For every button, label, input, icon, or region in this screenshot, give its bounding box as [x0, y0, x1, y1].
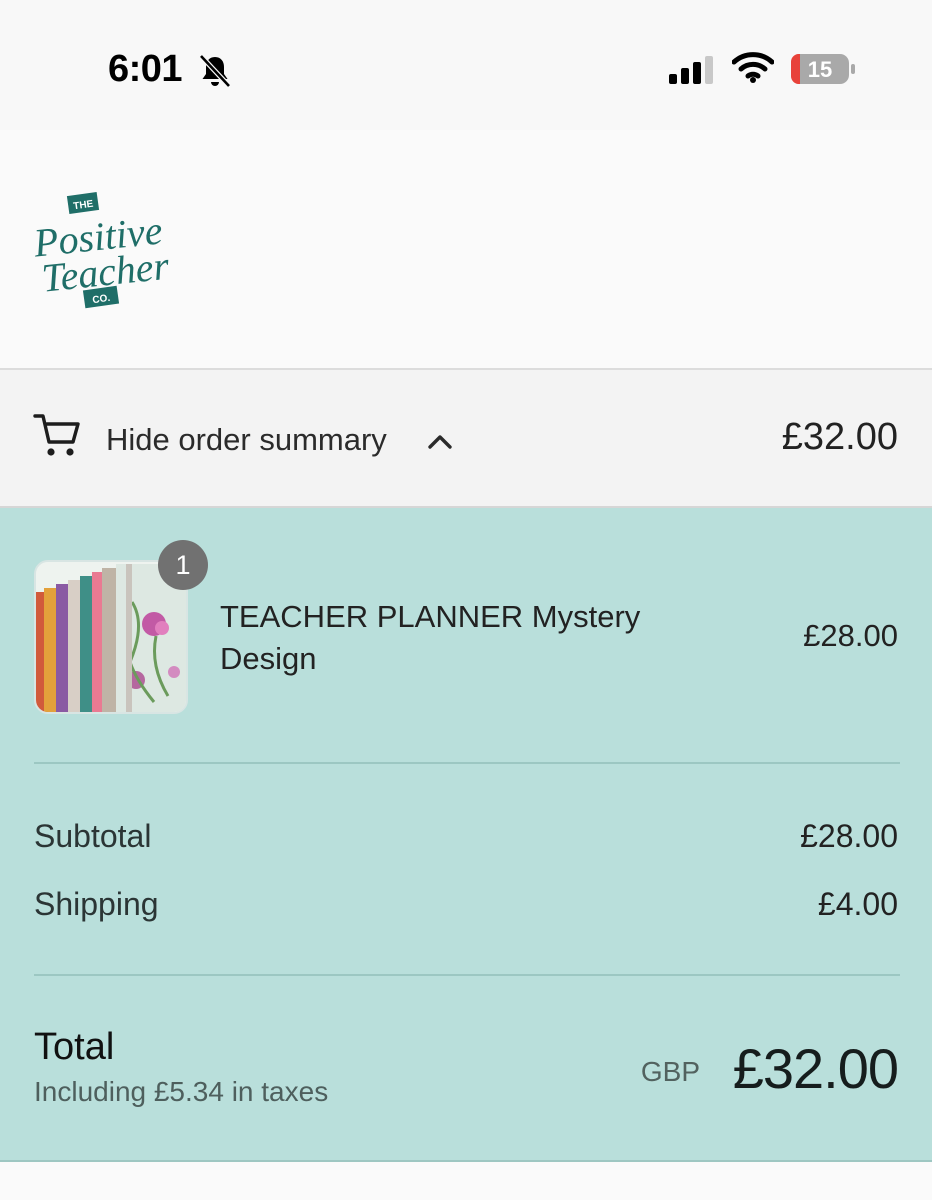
- subtotal-value: £28.00: [800, 818, 898, 854]
- chevron-up-icon[interactable]: [426, 430, 454, 452]
- product-price: £28.00: [803, 618, 898, 653]
- status-time: 6:01: [108, 48, 183, 90]
- product-name: TEACHER PLANNER Mystery Design: [220, 599, 641, 676]
- bell-slash-icon: [199, 54, 231, 88]
- shipping-label: Shipping: [34, 886, 159, 922]
- grand-total: £32.00: [732, 1037, 899, 1100]
- cart-icon: [33, 414, 80, 456]
- cellular-signal-icon: [669, 56, 713, 84]
- currency-code: GBP: [640, 1056, 700, 1087]
- shipping-value: £4.00: [817, 886, 898, 922]
- toggle-label[interactable]: Hide order summary: [106, 422, 387, 458]
- battery-level: 15: [808, 57, 832, 82]
- quantity-badge: 1: [158, 540, 208, 590]
- tax-note: Including £5.34 in taxes: [34, 1076, 329, 1107]
- divider: [34, 762, 900, 764]
- brand-logo[interactable]: THE Positive Teacher CO.: [28, 192, 180, 312]
- wifi-icon: [732, 52, 774, 83]
- subtotal-label: Subtotal: [34, 818, 152, 854]
- total-label: Total: [34, 1026, 115, 1068]
- battery-icon: 15: [790, 54, 855, 84]
- store-header: THE Positive Teacher CO.: [0, 130, 932, 368]
- order-summary-toggle[interactable]: Hide order summary £32.00: [0, 368, 932, 508]
- status-bar: 6:01 15: [0, 0, 932, 130]
- planner-photo: [36, 562, 186, 712]
- summary-total: £32.00: [781, 416, 898, 458]
- order-summary-panel: 1 TEACHER PLANNER Mystery Design £28.00 …: [0, 508, 932, 1162]
- divider: [34, 974, 900, 976]
